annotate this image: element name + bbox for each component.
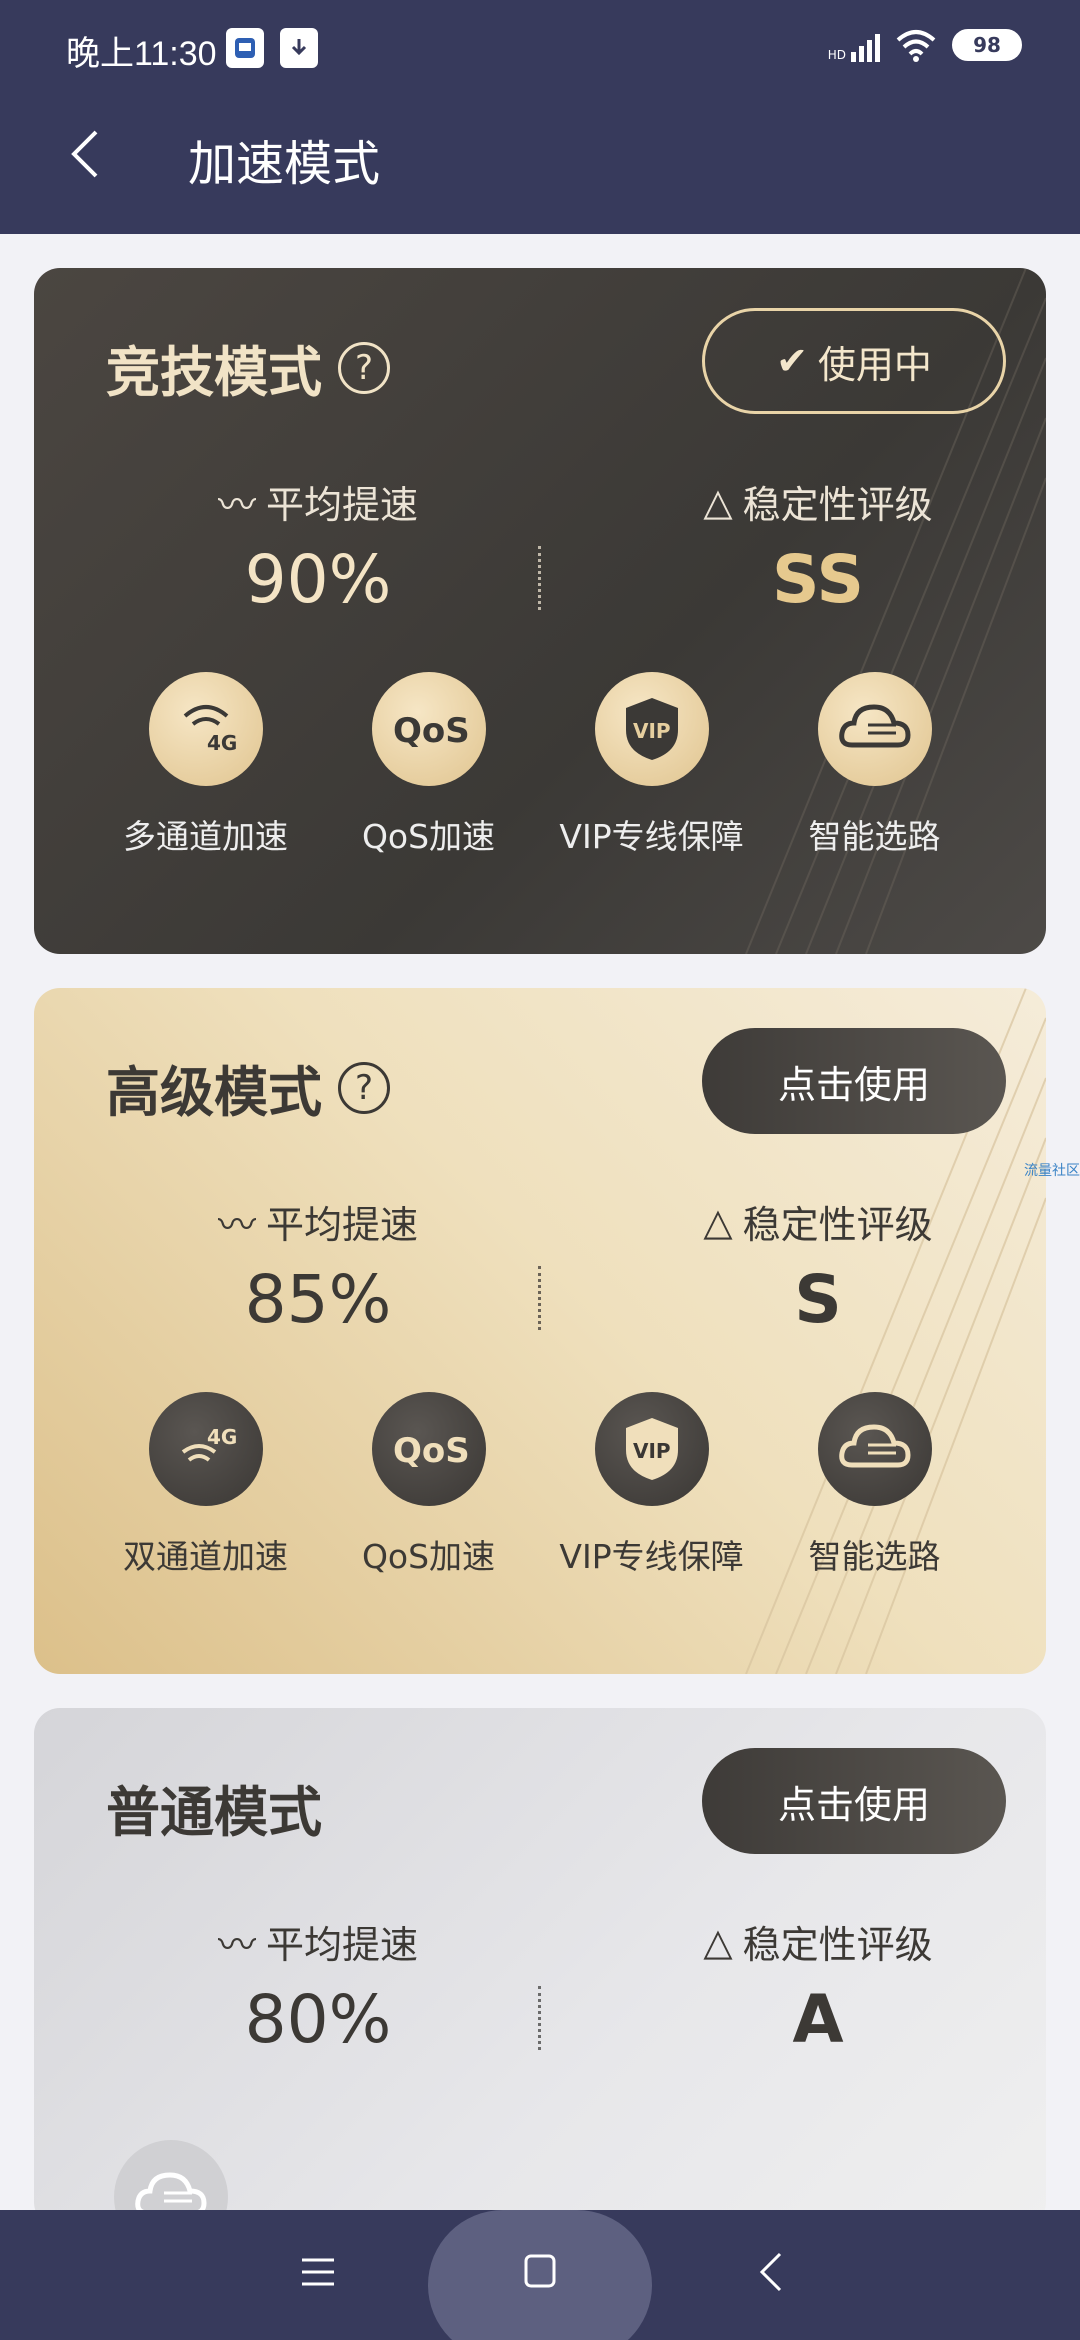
warning-triangle-icon: △	[703, 1919, 733, 1964]
status-time: 晚上11:30	[66, 35, 217, 73]
feature-list: 4G 多通道加速 QoS QoS加速 VIP VIP专线保障 智能选路	[34, 672, 1046, 858]
stability-label: 稳定性评级	[742, 1923, 933, 1967]
mode-title: 竞技模式 ?	[106, 328, 390, 407]
watermark: 流量社区	[1024, 1163, 1080, 1179]
metric-divider	[538, 546, 541, 610]
multichannel-4g-icon: 4G	[148, 672, 263, 786]
stability-label: 稳定性评级	[742, 1203, 933, 1247]
stability-grade: S	[794, 1261, 842, 1338]
avg-speed-metric: 〰 平均提速 80%	[108, 1914, 528, 2058]
qos-icon: QoS	[371, 1392, 486, 1506]
dualchannel-4g-icon: 4G	[148, 1392, 263, 1506]
mode-card-competitive: 竞技模式 ? ✔ 使用中 〰 平均提速 90% △ 稳定性评级 SS 4G 多通…	[34, 268, 1046, 954]
status-right-icons: HD 98	[828, 28, 1022, 62]
svg-text:QoS: QoS	[393, 1431, 469, 1471]
mode-card-normal: 普通模式 点击使用 〰 平均提速 80% △ 稳定性评级 A	[34, 1708, 1046, 2228]
trend-icon: 〰	[217, 483, 256, 527]
svg-text:4G: 4G	[207, 731, 237, 755]
page-title: 加速模式	[188, 136, 381, 192]
feature-item: 4G 多通道加速	[96, 672, 316, 858]
mode-title-text: 普通模式	[106, 1781, 322, 1844]
avg-speed-label: 平均提速	[266, 1203, 419, 1247]
stability-metric: △ 稳定性评级 S	[608, 1194, 1028, 1339]
nav-back-icon[interactable]	[750, 2246, 794, 2298]
feature-item: VIP VIP专线保障	[542, 1392, 762, 1578]
svg-text:QoS: QoS	[393, 711, 469, 751]
app-header: 晚上11:30 HD 98 加速模式	[0, 0, 1080, 234]
mode-title: 普通模式	[106, 1768, 322, 1847]
feature-item: QoS QoS加速	[319, 1392, 539, 1578]
svg-text:VIP: VIP	[633, 1439, 671, 1463]
trend-icon: 〰	[217, 1203, 256, 1247]
avg-speed-value: 90%	[244, 541, 392, 618]
stability-label-row: △ 稳定性评级	[608, 474, 1028, 529]
help-icon[interactable]: ?	[338, 1061, 390, 1114]
mode-title-text: 竞技模式	[106, 341, 322, 404]
back-icon[interactable]	[60, 124, 110, 184]
feature-label: 双通道加速	[123, 1537, 288, 1576]
feature-label: 智能选路	[808, 817, 941, 856]
feature-item: 智能选路	[765, 1392, 985, 1578]
stability-label-row: △ 稳定性评级	[608, 1194, 1028, 1249]
feature-item: 智能选路	[765, 672, 985, 858]
app-notification-icon	[226, 28, 264, 68]
avg-speed-label-row: 〰 平均提速	[108, 474, 528, 529]
help-icon[interactable]: ?	[338, 341, 390, 394]
stability-grade: SS	[771, 541, 865, 618]
metric-divider	[538, 1986, 541, 2050]
feature-label: 智能选路	[808, 1537, 941, 1576]
feature-item: QoS QoS加速	[319, 672, 539, 858]
check-icon: ✔	[776, 339, 808, 383]
vip-shield-icon: VIP	[594, 672, 709, 786]
cloud-routing-icon	[817, 1392, 932, 1506]
svg-text:4G: 4G	[207, 1425, 237, 1449]
mode-title-text: 高级模式	[106, 1061, 322, 1124]
feature-label: VIP专线保障	[559, 1537, 744, 1576]
status-notification-icons	[226, 28, 318, 68]
qos-icon: QoS	[371, 672, 486, 786]
stability-metric: △ 稳定性评级 A	[608, 1914, 1028, 2059]
metric-divider	[538, 1266, 541, 1330]
feature-item: VIP VIP专线保障	[542, 672, 762, 858]
vip-shield-icon: VIP	[594, 1392, 709, 1506]
use-button[interactable]: 点击使用	[702, 1748, 1006, 1854]
avg-speed-label: 平均提速	[266, 1923, 419, 1967]
wifi-icon	[896, 30, 936, 62]
mode-title: 高级模式 ?	[106, 1048, 390, 1127]
battery-indicator: 98	[952, 29, 1022, 61]
feature-label: 多通道加速	[123, 817, 288, 856]
svg-text:VIP: VIP	[633, 719, 671, 743]
trend-icon: 〰	[217, 1923, 256, 1967]
stability-metric: △ 稳定性评级 SS	[608, 474, 1028, 619]
mode-card-advanced: 高级模式 ? 点击使用 〰 平均提速 85% △ 稳定性评级 S 4G 双通道加…	[34, 988, 1046, 1674]
menu-icon[interactable]	[296, 2246, 340, 2298]
avg-speed-label-row: 〰 平均提速	[108, 1194, 528, 1249]
home-square-icon[interactable]	[518, 2246, 562, 2298]
in-use-label: 使用中	[817, 342, 932, 387]
stability-label-row: △ 稳定性评级	[608, 1914, 1028, 1969]
avg-speed-value: 80%	[244, 1981, 392, 2058]
avg-speed-value: 85%	[244, 1261, 392, 1338]
avg-speed-label: 平均提速	[266, 483, 419, 527]
feature-label: QoS加速	[361, 817, 496, 856]
feature-label: QoS加速	[361, 1537, 496, 1576]
avg-speed-label-row: 〰 平均提速	[108, 1914, 528, 1969]
warning-triangle-icon: △	[703, 1199, 733, 1244]
avg-speed-metric: 〰 平均提速 85%	[108, 1194, 528, 1338]
in-use-button[interactable]: ✔ 使用中	[702, 308, 1006, 414]
signal-icon: HD	[828, 28, 880, 62]
use-button[interactable]: 点击使用	[702, 1028, 1006, 1134]
feature-item: 4G 双通道加速	[96, 1392, 316, 1578]
system-navigation-bar	[0, 2210, 1080, 2340]
download-icon	[280, 28, 318, 68]
feature-list: 4G 双通道加速 QoS QoS加速 VIP VIP专线保障 智能选路	[34, 1392, 1046, 1578]
cloud-routing-icon	[817, 672, 932, 786]
stability-label: 稳定性评级	[742, 483, 933, 527]
network-label: HD	[827, 48, 846, 62]
warning-triangle-icon: △	[703, 479, 733, 524]
avg-speed-metric: 〰 平均提速 90%	[108, 474, 528, 618]
stability-grade: A	[792, 1981, 844, 2058]
feature-label: VIP专线保障	[559, 817, 744, 856]
